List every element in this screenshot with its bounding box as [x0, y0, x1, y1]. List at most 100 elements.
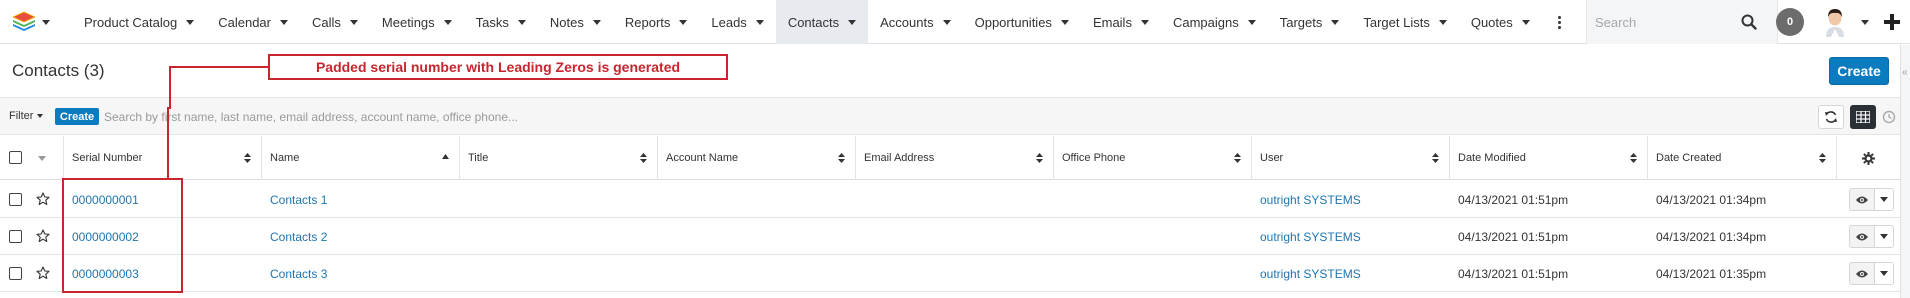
chevron-down-icon[interactable] — [848, 19, 857, 25]
favorite-star-icon[interactable] — [36, 229, 50, 243]
nav-item-label: Calendar — [218, 14, 271, 30]
nav-item-product-catalog[interactable]: Product Catalog — [72, 0, 206, 44]
column-header-label: Date Modified — [1458, 152, 1526, 164]
user-avatar[interactable] — [1821, 7, 1849, 37]
chevron-down-icon[interactable] — [349, 19, 358, 25]
nav-item-emails[interactable]: Emails — [1081, 0, 1161, 44]
sort-icon — [1630, 153, 1637, 163]
top-navbar: Product Catalog Calendar Calls Meetings Task… — [0, 0, 1910, 44]
row-select-checkbox[interactable] — [9, 230, 22, 243]
column-header-label: Office Phone — [1062, 152, 1126, 164]
nav-item-label: Contacts — [787, 14, 840, 30]
global-search-input[interactable] — [1595, 12, 1735, 32]
cell-user[interactable]: outright SYSTEMS — [1260, 218, 1361, 255]
filter-dropdown[interactable]: Filter — [9, 110, 44, 122]
column-header-date-created[interactable]: Date Created — [1648, 136, 1837, 180]
chevron-down-icon[interactable] — [679, 19, 688, 25]
nav-item-leads[interactable]: Leads — [699, 0, 775, 44]
search-button[interactable] — [1739, 12, 1759, 32]
preview-button[interactable] — [1849, 188, 1875, 211]
nav-item-calendar[interactable]: Calendar — [206, 0, 300, 44]
nav-item-reports[interactable]: Reports — [613, 0, 700, 44]
nav-item-label: Meetings — [381, 14, 435, 30]
filter-create-button[interactable]: Create — [55, 108, 99, 125]
sidebar-collapse-handle[interactable]: « — [1900, 45, 1910, 298]
cell-serial[interactable]: 0000000001 — [72, 181, 139, 218]
chevron-down-icon — [1880, 234, 1888, 239]
favorite-star-icon[interactable] — [36, 192, 50, 206]
column-header-title[interactable]: Title — [460, 136, 658, 180]
column-header-date-modified[interactable]: Date Modified — [1450, 136, 1648, 180]
cell-modified: 04/13/2021 01:51pm — [1458, 192, 1569, 207]
cell-user[interactable]: outright SYSTEMS — [1260, 255, 1361, 292]
chevron-down-icon[interactable] — [1438, 19, 1447, 25]
cell-user[interactable]: outright SYSTEMS — [1260, 181, 1361, 218]
nav-item-targets[interactable]: Targets — [1268, 0, 1352, 44]
sort-ascending-icon — [442, 154, 449, 159]
favorite-star-icon[interactable] — [36, 266, 50, 280]
app-logo-menu[interactable] — [12, 10, 56, 34]
eye-icon — [1856, 233, 1868, 240]
nav-item-accounts[interactable]: Accounts — [868, 0, 962, 44]
chevron-down-icon[interactable] — [755, 19, 764, 25]
nav-item-meetings[interactable]: Meetings — [370, 0, 464, 44]
nav-more-button[interactable] — [1542, 0, 1574, 44]
nav-item-label: Calls — [312, 14, 341, 30]
eye-icon — [1856, 196, 1868, 203]
column-settings-header[interactable] — [1837, 136, 1900, 180]
column-header-email-address[interactable]: Email Address — [856, 136, 1054, 180]
cell-name[interactable]: Contacts 1 — [270, 181, 327, 218]
nav-item-quotes[interactable]: Quotes — [1459, 0, 1542, 44]
column-header-office-phone[interactable]: Office Phone — [1054, 136, 1252, 180]
chevron-down-icon[interactable] — [443, 19, 452, 25]
nav-item-campaigns[interactable]: Campaigns — [1161, 0, 1268, 44]
row-actions-dropdown[interactable] — [1874, 262, 1894, 285]
chevron-down-icon[interactable] — [1060, 19, 1069, 25]
nav-item-label: Tasks — [475, 14, 509, 30]
list-search-input[interactable] — [104, 107, 1774, 127]
chevron-down-icon[interactable] — [1331, 19, 1340, 25]
cell-serial[interactable]: 0000000003 — [72, 255, 139, 292]
list-view-toggle[interactable] — [1850, 105, 1876, 129]
nav-item-opportunities[interactable]: Opportunities — [963, 0, 1081, 44]
select-all-checkbox[interactable] — [9, 151, 22, 164]
row-select-checkbox[interactable] — [9, 267, 22, 280]
cell-serial[interactable]: 0000000002 — [72, 218, 139, 255]
avatar-icon — [1821, 7, 1849, 37]
activity-stream-toggle[interactable] — [1880, 107, 1898, 127]
chevron-down-icon[interactable] — [1521, 19, 1530, 25]
nav-item-contacts[interactable]: Contacts — [775, 0, 869, 44]
chevron-down-icon[interactable] — [1140, 19, 1149, 25]
chevron-down-icon[interactable] — [517, 19, 526, 25]
chevron-down-icon — [1880, 271, 1888, 276]
nav-item-target-lists[interactable]: Target Lists — [1351, 0, 1458, 44]
page-title: Contacts (3) — [12, 61, 105, 80]
user-menu-chevron-icon[interactable] — [1861, 20, 1869, 25]
column-header-account-name[interactable]: Account Name — [658, 136, 856, 180]
mass-select-chevron-icon[interactable] — [38, 156, 46, 161]
nav-item-tasks[interactable]: Tasks — [464, 0, 538, 44]
notification-badge[interactable]: 0 — [1776, 8, 1804, 36]
row-actions-dropdown[interactable] — [1874, 225, 1894, 248]
nav-item-calls[interactable]: Calls — [300, 0, 370, 44]
chevron-down-icon[interactable] — [1247, 19, 1256, 25]
cell-name[interactable]: Contacts 2 — [270, 218, 327, 255]
chevron-down-icon[interactable] — [592, 19, 601, 25]
column-header-user[interactable]: User — [1252, 136, 1450, 180]
row-select-checkbox[interactable] — [9, 193, 22, 206]
refresh-button[interactable] — [1818, 105, 1844, 129]
chevron-down-icon[interactable] — [942, 19, 951, 25]
chevron-down-icon[interactable] — [186, 19, 195, 25]
double-chevron-left-icon: « — [1902, 67, 1908, 78]
column-header-serial-number[interactable]: Serial Number — [64, 136, 262, 180]
plus-icon — [1884, 14, 1900, 30]
chevron-down-icon[interactable] — [280, 19, 288, 25]
cell-name[interactable]: Contacts 3 — [270, 255, 327, 292]
nav-item-notes[interactable]: Notes — [538, 0, 613, 44]
column-header-name[interactable]: Name — [262, 136, 460, 180]
preview-button[interactable] — [1849, 262, 1875, 285]
preview-button[interactable] — [1849, 225, 1875, 248]
quick-create-button[interactable] — [1880, 10, 1904, 34]
row-actions-dropdown[interactable] — [1874, 188, 1894, 211]
create-button[interactable]: Create — [1829, 57, 1889, 85]
